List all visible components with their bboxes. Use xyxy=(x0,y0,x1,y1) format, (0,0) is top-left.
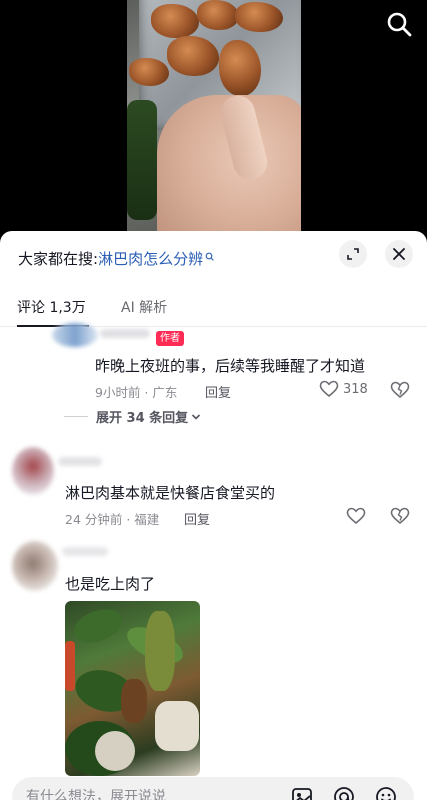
video-meat-piece xyxy=(167,36,219,76)
video-meat-piece xyxy=(129,58,169,86)
comment-text: 淋巴肉基本就是快餐店食堂买的 xyxy=(65,484,276,502)
photo-leaf xyxy=(69,603,127,649)
search-icon xyxy=(205,247,214,265)
expand-icon xyxy=(347,248,359,260)
video-player[interactable] xyxy=(0,0,427,240)
search-query-link[interactable]: 淋巴肉怎么分辨 xyxy=(98,250,203,268)
mention-button[interactable] xyxy=(332,785,356,800)
image-icon xyxy=(292,788,312,800)
emoji-icon xyxy=(376,787,396,800)
reply-button[interactable]: 回复 xyxy=(184,509,210,528)
dislike-heart-icon xyxy=(390,381,410,399)
photo-rice xyxy=(155,701,199,751)
dislike-button[interactable] xyxy=(390,507,410,529)
avatar[interactable] xyxy=(12,447,54,495)
search-icon xyxy=(387,12,412,37)
tab-comments[interactable]: 评论 1,3万 xyxy=(17,297,86,317)
dislike-heart-icon xyxy=(390,507,410,525)
like-count: 318 xyxy=(343,381,368,397)
heart-icon xyxy=(319,380,339,398)
author-badge: 作者 xyxy=(156,331,184,346)
close-button[interactable] xyxy=(385,240,413,268)
emoji-button[interactable] xyxy=(374,785,398,800)
comment-tabs: 评论 1,3万 AI 解析 xyxy=(0,287,427,327)
at-icon xyxy=(334,787,354,800)
close-icon xyxy=(393,248,405,260)
expand-divider xyxy=(64,416,88,417)
search-suggestion[interactable]: 大家都在搜:淋巴肉怎么分辨 xyxy=(18,247,214,269)
username-blurred[interactable] xyxy=(58,457,102,466)
comment-input-bar xyxy=(12,777,414,800)
expand-button[interactable] xyxy=(339,240,367,268)
video-meat-piece xyxy=(151,4,199,38)
username-blurred[interactable] xyxy=(100,329,150,338)
comment-time-location: 24 分钟前 · 福建 xyxy=(65,512,160,527)
comment-image[interactable] xyxy=(65,601,200,776)
photo-pepper xyxy=(145,611,175,691)
reply-button[interactable]: 回复 xyxy=(205,382,231,401)
avatar[interactable] xyxy=(52,323,98,347)
tab-ai-analysis[interactable]: AI 解析 xyxy=(121,297,167,317)
expand-replies-text: 展开 34 条回复 xyxy=(96,411,189,426)
dislike-button[interactable] xyxy=(390,381,410,403)
search-button[interactable] xyxy=(385,10,413,38)
like-button[interactable] xyxy=(346,507,366,525)
comment-time-location: 9小时前 · 广东 xyxy=(95,385,178,400)
comment-input[interactable] xyxy=(26,777,266,800)
avatar[interactable] xyxy=(12,541,58,591)
comment-text: 也是吃上肉了 xyxy=(65,575,156,593)
photo-meat xyxy=(121,679,147,723)
like-button[interactable]: 318 xyxy=(319,380,368,398)
chevron-down-icon xyxy=(192,413,201,420)
image-button[interactable] xyxy=(290,785,314,800)
comment-sheet: 大家都在搜:淋巴肉怎么分辨 评论 1,3万 AI 解析 作者 昨晚上夜班的事，后… xyxy=(0,231,427,800)
comment-text: 昨晚上夜班的事，后续等我睡醒了才知道 xyxy=(95,357,366,375)
search-prefix: 大家都在搜: xyxy=(18,250,99,268)
expand-replies-button[interactable]: 展开 34 条回复 xyxy=(64,407,202,426)
photo-rice xyxy=(95,731,135,771)
video-meat-piece xyxy=(197,0,239,30)
username-blurred[interactable] xyxy=(62,547,108,556)
photo-chili xyxy=(65,641,75,691)
video-frame xyxy=(127,0,301,240)
heart-icon xyxy=(346,507,366,525)
video-meat-piece xyxy=(235,2,283,32)
video-greens xyxy=(127,100,157,220)
